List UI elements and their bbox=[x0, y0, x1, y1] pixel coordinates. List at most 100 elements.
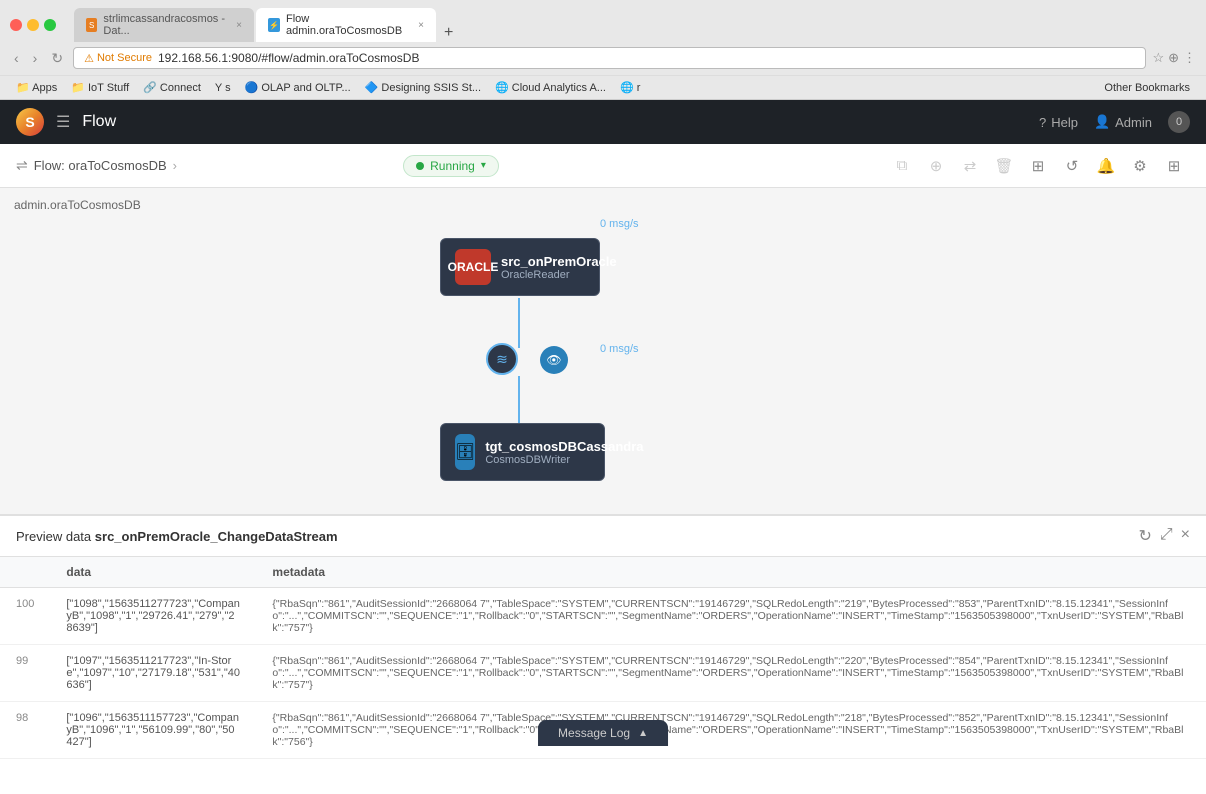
person-icon: 👤 bbox=[1094, 114, 1110, 130]
row-metadata-99: {"RbaSqn":"861","AuditSessionId":"266806… bbox=[256, 645, 1206, 702]
expand-button[interactable]: ⤢ bbox=[1160, 526, 1173, 546]
tab-1[interactable]: S strlimcassandracosmos - Dat... × bbox=[74, 8, 254, 42]
deploy-button[interactable]: ⊞ bbox=[1022, 150, 1054, 182]
zoom-icon[interactable]: ⊕ bbox=[1168, 50, 1179, 66]
row-metadata-100: {"RbaSqn":"861","AuditSessionId":"266806… bbox=[256, 588, 1206, 645]
bookmark-cloud[interactable]: 🌐 Cloud Analytics A... bbox=[489, 79, 612, 96]
row-num-99: 99 bbox=[0, 645, 50, 702]
tab-2-close[interactable]: × bbox=[418, 20, 424, 31]
connector-eye[interactable]: 👁 bbox=[540, 346, 568, 374]
bookmark-ssis[interactable]: 🔷 Designing SSIS St... bbox=[359, 79, 487, 96]
col-header-data: data bbox=[50, 557, 256, 588]
waves-icon: ≋ bbox=[496, 351, 508, 368]
status-chevron-icon: ▾ bbox=[481, 160, 486, 171]
close-dot[interactable] bbox=[10, 19, 22, 31]
toolbar-actions: ⧉ ⊕ ⇄ 🗑 ⊞ ↺ 🔔 ⚙ ⊞ bbox=[886, 150, 1190, 182]
maximize-dot[interactable] bbox=[44, 19, 56, 31]
cosmos-icon: 🗄 bbox=[455, 434, 475, 470]
bookmark-icon[interactable]: ☆ bbox=[1152, 50, 1164, 66]
delete-button[interactable]: 🗑 bbox=[988, 150, 1020, 182]
browser-chrome: S strlimcassandracosmos - Dat... × ⚡ Flo… bbox=[0, 0, 1206, 100]
source-node-info: src_onPremOracle OracleReader bbox=[501, 254, 617, 281]
preview-table: data metadata 100 ["1098","1563511277723… bbox=[0, 557, 1206, 794]
window-controls bbox=[10, 19, 56, 31]
grid-button[interactable]: ⊞ bbox=[1158, 150, 1190, 182]
bookmark-apps[interactable]: 📁 Apps bbox=[10, 79, 63, 96]
browser-tabs: S strlimcassandracosmos - Dat... × ⚡ Flo… bbox=[74, 8, 1196, 42]
notification-count: 0 bbox=[1176, 116, 1182, 128]
message-log-label: Message Log bbox=[558, 726, 630, 740]
new-tab-button[interactable]: + bbox=[438, 24, 459, 42]
help-icon: ? bbox=[1039, 115, 1046, 130]
help-button[interactable]: ? Help bbox=[1039, 115, 1078, 130]
minimize-dot[interactable] bbox=[27, 19, 39, 31]
flow-canvas: admin.oraToCosmosDB 0 msg/s ORACLE src_o… bbox=[0, 188, 1206, 514]
bookmark-olap[interactable]: 🔵 OLAP and OLTP... bbox=[239, 79, 357, 96]
breadcrumb-parent-label: Flow: bbox=[34, 158, 69, 173]
row-data-98: ["1096","1563511157723","CompanyB","1096… bbox=[50, 702, 256, 759]
refresh-button[interactable]: ↻ bbox=[1138, 526, 1151, 546]
bookmark-r[interactable]: 🌐 r bbox=[614, 79, 646, 96]
hamburger-menu[interactable]: ☰ bbox=[56, 112, 70, 132]
admin-button[interactable]: 👤 Admin bbox=[1094, 114, 1152, 130]
back-button[interactable]: ‹ bbox=[10, 48, 23, 68]
connector-line-top bbox=[518, 298, 520, 348]
target-node[interactable]: 🗄 tgt_cosmosDBCassandra CosmosDBWriter bbox=[440, 423, 605, 481]
bookmark-connect[interactable]: 🔗 Connect bbox=[137, 79, 207, 96]
forward-button[interactable]: › bbox=[29, 48, 42, 68]
bookmark-iot[interactable]: 📁 IoT Stuff bbox=[65, 79, 135, 96]
app-logo[interactable]: S bbox=[16, 108, 44, 136]
breadcrumb: ⇌ Flow: oraToCosmosDB › bbox=[16, 157, 403, 174]
main-content: admin.oraToCosmosDB 0 msg/s ORACLE src_o… bbox=[0, 188, 1206, 794]
connector-waves[interactable]: ≋ bbox=[486, 343, 518, 375]
not-secure-label: Not Secure bbox=[97, 52, 152, 64]
flow-icon: ⇌ bbox=[16, 157, 28, 174]
row-metadata-98: {"RbaSqn":"861","AuditSessionId":"266806… bbox=[256, 702, 1206, 759]
alert-button[interactable]: 🔔 bbox=[1090, 150, 1122, 182]
row-num-98: 98 bbox=[0, 702, 50, 759]
admin-label: Admin bbox=[1115, 115, 1152, 130]
not-secure-indicator: ⚠ Not Secure bbox=[84, 52, 152, 65]
browser-addressbar: ‹ › ↻ ⚠ Not Secure 192.168.56.1:9080/#fl… bbox=[0, 42, 1206, 75]
undo-button[interactable]: ↺ bbox=[1056, 150, 1088, 182]
preview-title-prefix: Preview data bbox=[16, 529, 91, 544]
app-title: Flow bbox=[82, 113, 1039, 131]
row-data-100: ["1098","1563511277723","CompanyB","1098… bbox=[50, 588, 256, 645]
oracle-icon: ORACLE bbox=[455, 249, 491, 285]
warning-icon: ⚠ bbox=[84, 52, 94, 65]
tab-2-favicon: ⚡ bbox=[268, 18, 280, 32]
help-label: Help bbox=[1051, 115, 1078, 130]
breadcrumb-parent[interactable]: Flow: oraToCosmosDB bbox=[34, 158, 167, 173]
table-row: 99 ["1097","1563511217723","In-Store","1… bbox=[0, 645, 1206, 702]
reload-button[interactable]: ↻ bbox=[47, 48, 67, 69]
notification-badge[interactable]: 0 bbox=[1168, 111, 1190, 133]
bookmarks-bar: 📁 Apps 📁 IoT Stuff 🔗 Connect Y s 🔵 OLAP … bbox=[0, 75, 1206, 99]
status-text: Running bbox=[430, 159, 475, 173]
eye-icon: 👁 bbox=[546, 353, 561, 367]
table-head: data metadata bbox=[0, 557, 1206, 588]
duplicate-button[interactable]: ⊕ bbox=[920, 150, 952, 182]
preview-stream-name: src_onPremOracle_ChangeDataStream bbox=[95, 529, 338, 544]
preview-actions: ↻ ⤢ × bbox=[1138, 526, 1190, 546]
close-preview-button[interactable]: × bbox=[1181, 526, 1190, 546]
source-node[interactable]: ORACLE src_onPremOracle OracleReader bbox=[440, 238, 600, 296]
chevron-up-icon: ▲ bbox=[638, 728, 648, 739]
tab-2[interactable]: ⚡ Flow admin.oraToCosmosDB × bbox=[256, 8, 436, 42]
settings-button[interactable]: ⚙ bbox=[1124, 150, 1156, 182]
status-badge[interactable]: Running ▾ bbox=[403, 155, 499, 177]
canvas-label: admin.oraToCosmosDB bbox=[14, 198, 141, 212]
address-text: 192.168.56.1:9080/#flow/admin.oraToCosmo… bbox=[158, 51, 420, 65]
compare-button[interactable]: ⇄ bbox=[954, 150, 986, 182]
canvas-area: admin.oraToCosmosDB 0 msg/s ORACLE src_o… bbox=[0, 188, 1206, 514]
address-bar[interactable]: ⚠ Not Secure 192.168.56.1:9080/#flow/adm… bbox=[73, 47, 1146, 69]
bookmark-s[interactable]: Y s bbox=[209, 80, 237, 96]
menu-icon[interactable]: ⋮ bbox=[1183, 50, 1196, 66]
address-icon-group: ☆ ⊕ ⋮ bbox=[1152, 50, 1196, 66]
tab-1-close[interactable]: × bbox=[236, 20, 242, 31]
header-right: ? Help 👤 Admin 0 bbox=[1039, 111, 1190, 133]
message-log-bar[interactable]: Message Log ▲ bbox=[538, 720, 668, 746]
row-num-100: 100 bbox=[0, 588, 50, 645]
source-node-type: OracleReader bbox=[501, 269, 617, 281]
other-bookmarks[interactable]: Other Bookmarks bbox=[1098, 80, 1196, 96]
copy-button[interactable]: ⧉ bbox=[886, 150, 918, 182]
